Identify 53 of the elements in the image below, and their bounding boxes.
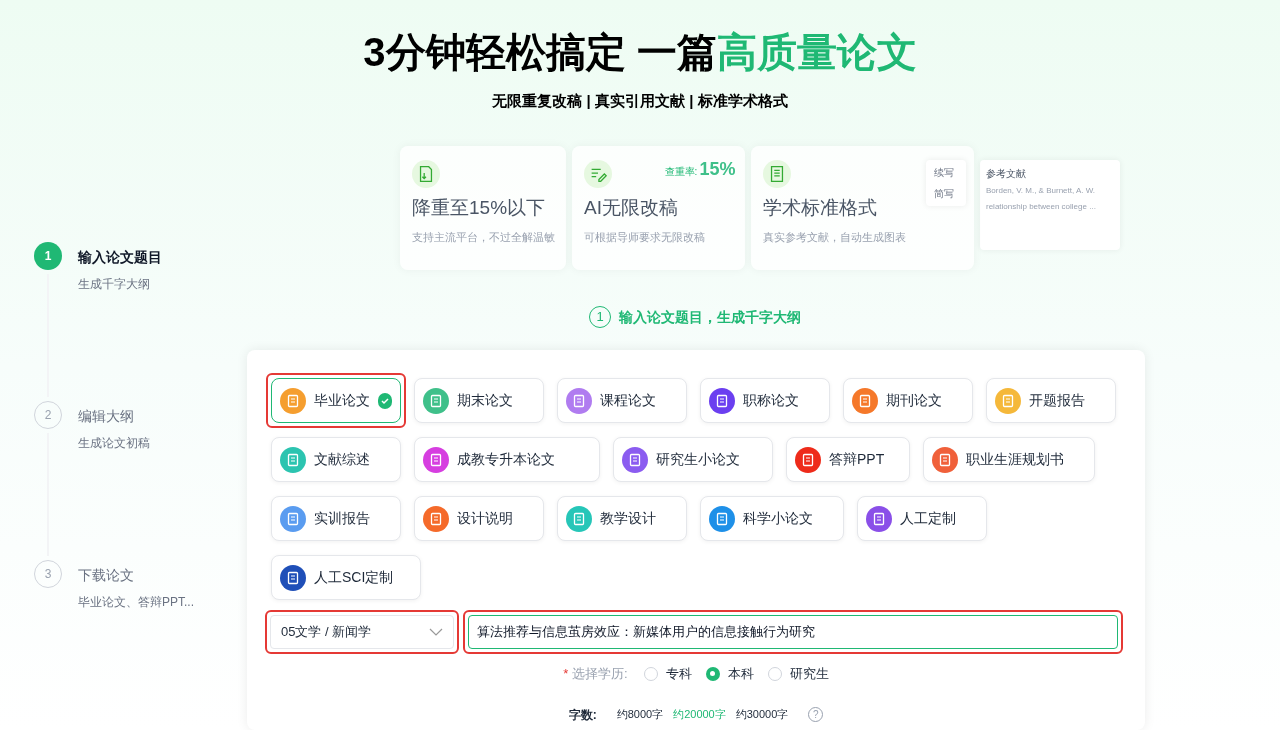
education-radio[interactable]: 研究生 [767,664,829,684]
paper-type-button[interactable]: 人工SCI定制 [271,555,421,600]
menu-item[interactable]: 续写 [926,162,966,183]
rate-value: 15% [699,158,736,181]
paper-type-button[interactable]: 职称论文 [700,378,830,423]
paper-type-button[interactable]: 科学小论文 [700,496,844,541]
feature-title: 降重至15%以下 [412,196,547,220]
paper-type-button[interactable]: 成教专升本论文 [414,437,600,482]
paper-type-button[interactable]: 研究生小论文 [613,437,773,482]
paper-type-button[interactable]: 开题报告 [986,378,1116,423]
paper-type-button[interactable]: 期刊论文 [843,378,973,423]
paper-type-button[interactable]: 答辩PPT [786,437,910,482]
step-caption: 输入论文题目，生成千字大纲 [619,307,801,327]
reference-title: 参考文献 [986,167,1027,181]
paper-type-button[interactable]: 毕业论文 [271,378,401,423]
page-title: 3分钟轻松搞定 一篇高质量论文 [363,29,917,76]
feature-icon [763,160,792,188]
paper-type-button[interactable]: 设计说明 [414,496,544,541]
paper-type-button[interactable]: 实训报告 [271,496,401,541]
step-number: 1 [34,242,62,270]
feature-icon [412,160,440,188]
education-radio[interactable]: 专科 [643,664,692,684]
feature-description: 支持主流平台，不过全解温敏 [412,229,554,245]
step-description: 生成论文初稿 [78,435,150,452]
paper-type-button[interactable]: 文献综述 [271,437,401,482]
paper-type-button[interactable]: 职业生涯规划书 [923,437,1095,482]
page-subtitle: 无限重复改稿 | 真实引用文献 | 标准学术格式 [492,91,788,111]
paper-type-button[interactable]: 教学设计 [557,496,687,541]
word-count-option[interactable]: 约8000字 [616,706,664,723]
education-radio[interactable]: 本科 [705,664,754,684]
education-label: * 选择学历: [563,665,628,683]
topic-input[interactable]: 算法推荐与信息茧房效应：新媒体用户的信息接触行为研究 [468,615,1118,649]
subject-select[interactable]: 05文学 / 新闻学 [270,615,454,649]
step-title: 下载论文 [78,566,135,585]
reference-text: relationship between college ... [986,201,1097,213]
reference-text: Borden, V. M., & Burnett, A. W. [986,185,1097,197]
rate-label: 查重率: [664,165,698,179]
check-icon [378,392,392,409]
word-count-option[interactable]: 约30000字 [735,706,789,723]
chevron-down-icon [429,628,443,636]
word-count-label: 字数: [568,706,597,724]
step-title: 编辑大纲 [78,407,135,426]
menu-item[interactable]: 简写 [926,183,966,204]
step-description: 毕业论文、答辩PPT... [78,594,194,611]
paper-type-button[interactable]: 人工定制 [857,496,987,541]
feature-description: 真实参考文献，自动生成图表 [763,229,908,245]
feature-title: AI无限改稿 [584,196,679,220]
feature-description: 可根据导师要求无限改稿 [584,229,706,245]
feature-icon [584,160,612,188]
step-title: 输入论文题目 [78,248,162,267]
paper-type-button[interactable]: 期末论文 [414,378,544,423]
step-description: 生成千字大纲 [78,276,151,293]
paper-type-button[interactable]: 课程论文 [557,378,687,423]
